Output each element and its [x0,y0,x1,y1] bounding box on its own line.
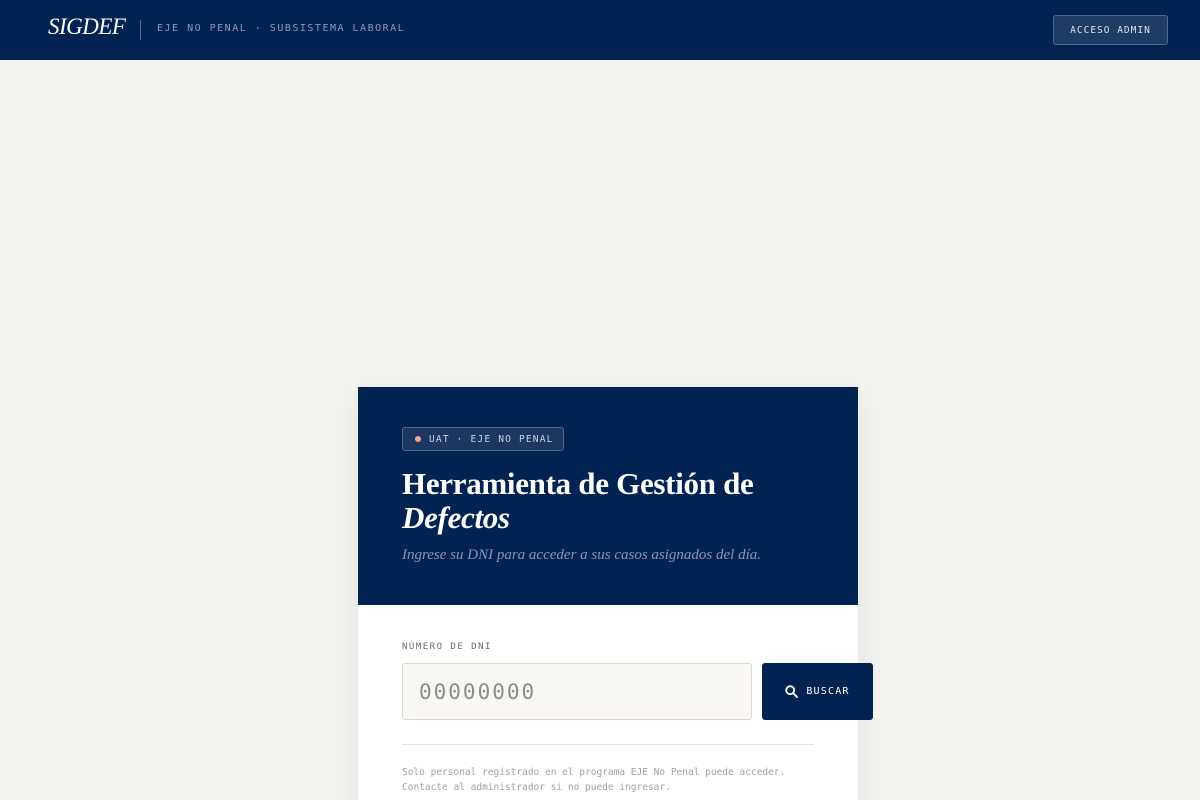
status-dot-icon [415,436,421,442]
card-subtitle: Ingrese su DNI para acceder a sus casos … [402,547,761,563]
search-button-label: BUSCAR [806,686,850,697]
title-line-2: Defectos [402,500,510,535]
access-note: Solo personal registrado en el programa … [402,765,785,795]
dni-input[interactable] [402,663,752,720]
access-note-line-1: Solo personal registrado en el programa … [402,767,786,778]
search-icon [785,685,799,698]
dni-field-label: NÚMERO DE DNI [402,642,492,652]
badge-label: UAT · EJE NO PENAL [429,433,554,445]
brand-divider [140,20,141,40]
environment-badge: UAT · EJE NO PENAL [402,427,564,451]
brand-logo[interactable]: SIGDEF [48,14,126,40]
divider [402,744,814,745]
admin-access-button[interactable]: ACCESO ADMIN [1053,15,1168,45]
page-title: Herramienta de Gestión de Defectos [402,467,822,535]
brand-subtitle: EJE NO PENAL · SUBSISTEMA LABORAL [157,23,406,34]
search-button[interactable]: BUSCAR [762,663,873,720]
title-line-1: Herramienta de Gestión de [402,466,754,501]
card-header: UAT · EJE NO PENAL Herramienta de Gestió… [358,387,858,605]
top-bar: SIGDEF EJE NO PENAL · SUBSISTEMA LABORAL… [0,0,1200,60]
login-card: UAT · EJE NO PENAL Herramienta de Gestió… [358,387,873,800]
access-note-line-2: Contacte al administrador si no puede in… [402,782,671,793]
